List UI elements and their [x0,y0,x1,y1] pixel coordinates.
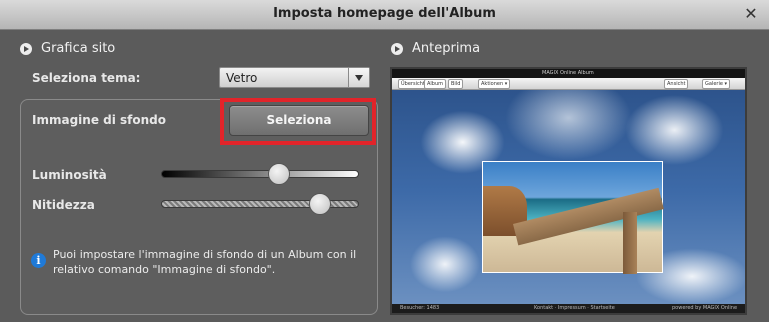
photo-fence-post [623,212,637,274]
preview-photo [482,161,664,274]
close-icon[interactable]: ✕ [741,4,761,24]
theme-label: Seleziona tema: [32,71,141,85]
preview-tab: Bild [448,79,464,89]
section-label: Grafica sito [41,41,116,56]
sharpness-label: Nitidezza [32,198,95,212]
info-icon: i [31,253,46,268]
brightness-slider[interactable] [161,163,359,185]
theme-select-value: Vetro [226,71,258,85]
play-icon [20,42,32,55]
preview-app-name: MAGIX Online Album [542,70,594,76]
brightness-track [161,170,359,178]
section-label: Anteprima [412,41,481,56]
photo-fence-rail [513,187,664,246]
preview-tab: Ansicht [664,79,689,89]
sharpness-slider[interactable] [161,193,359,215]
window-title: Imposta homepage dell'Album [273,6,496,21]
preview-footer: Besucher: 1483 Kontakt · Impressum · Sta… [392,304,745,313]
sharpness-slider-thumb[interactable] [308,193,331,215]
select-background-button[interactable]: Seleziona [229,105,369,136]
preview-footer-right: powered by MAGIX Online Welt [672,305,738,311]
play-icon [391,42,403,55]
title-bar: Imposta homepage dell'Album ✕ [0,0,769,30]
preview-tab: Aktionen ▾ [478,79,511,89]
background-image-label: Immagine di sfondo [32,113,166,127]
chevron-down-icon[interactable] [348,68,369,87]
preview-toolbar: Übersicht Album Bild Aktionen ▾ Ansicht … [392,78,745,90]
info-text: Puoi impostare l'immagine di sfondo di u… [53,248,357,276]
section-header-site-graphics[interactable]: Grafica sito [20,41,115,56]
section-header-preview[interactable]: Anteprima [391,41,480,56]
preview-panel: MAGIX Online Album Übersicht Album Bild … [390,67,747,315]
preview-tab: Album [424,79,447,89]
preview-footer-left: Besucher: 1483 [400,305,440,311]
brightness-label: Luminosità [32,168,107,182]
preview-footer-mid: Kontakt · Impressum · Startseite [534,305,615,311]
preview-header: MAGIX Online Album [392,69,745,78]
theme-select[interactable]: Vetro [219,67,370,88]
preview-tab: Galerie ▾ [702,79,731,89]
